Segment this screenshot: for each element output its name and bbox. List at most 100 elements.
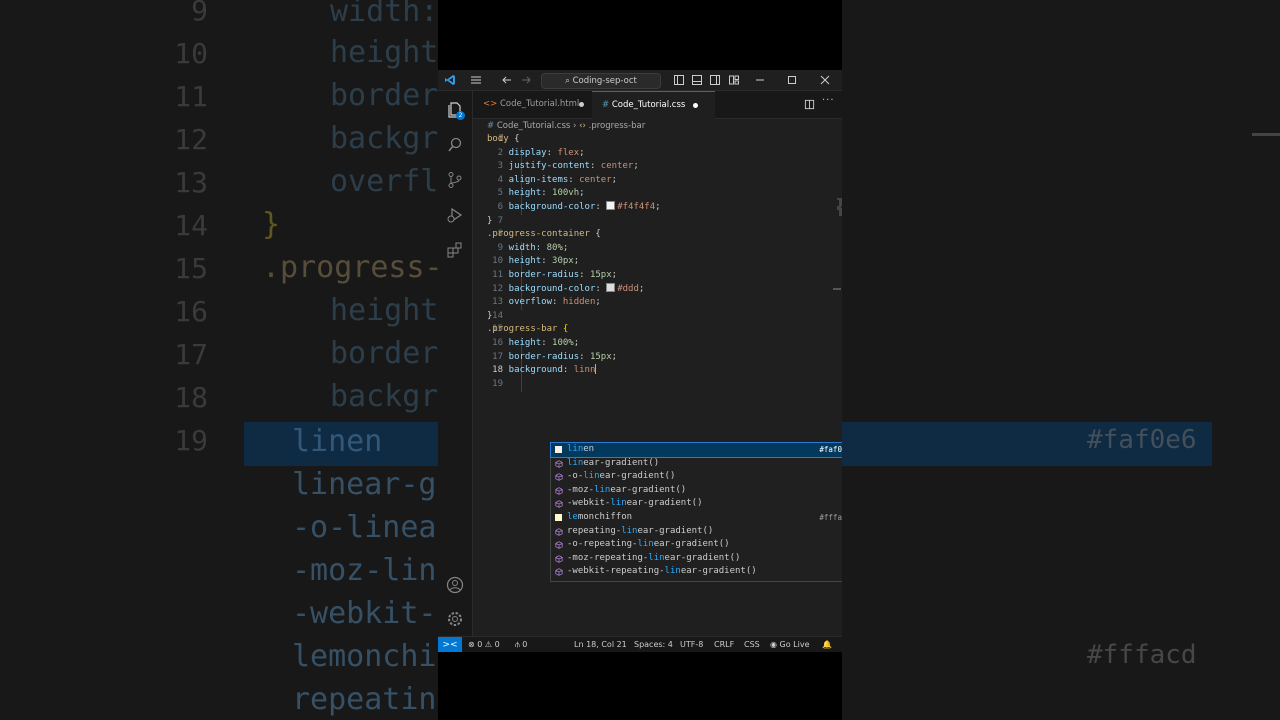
minimize-icon[interactable] <box>754 74 766 86</box>
code-text: display: flex; <box>487 147 585 158</box>
settings-gear-icon[interactable] <box>446 610 464 628</box>
toggle-sidebar-icon[interactable] <box>673 74 685 86</box>
code-text: .progress-bar { <box>487 324 569 335</box>
breadcrumb-file[interactable]: Code_Tutorial.css <box>497 121 571 131</box>
code-line[interactable]: 8 .progress-container { <box>473 228 842 242</box>
suggestion-item[interactable]: repeating-linear-gradient() <box>551 525 842 539</box>
backdrop-code-line: } <box>262 207 281 242</box>
back-arrow-icon[interactable] <box>501 74 513 86</box>
problems-status[interactable]: ⊗ 0 ⚠ 0 <box>468 637 500 652</box>
editor-scrollbar[interactable] <box>833 288 841 290</box>
code-text: border-radius: 15px; <box>487 270 618 280</box>
backdrop-line-number: 11 <box>174 80 208 113</box>
suggestion-label: -moz-repeating-linear-gradient() <box>567 552 741 563</box>
backdrop-suggestion: repeating <box>292 682 438 717</box>
close-icon[interactable] <box>819 74 831 86</box>
code-line[interactable]: 7} <box>473 215 842 229</box>
code-line[interactable]: 5 height: 100vh; <box>473 187 842 201</box>
code-text: height: 100%; <box>487 338 580 348</box>
search-text: Coding-sep-oct <box>572 76 637 86</box>
ports-status[interactable]: ⫛ 0 <box>515 637 527 652</box>
code-text: background-color: #f4f4f4; <box>487 201 661 212</box>
indentation-status[interactable]: Spaces: 4 <box>634 637 673 652</box>
code-text: height: 100vh; <box>487 188 585 199</box>
method-cube-icon <box>555 527 563 536</box>
backdrop-suggestion: -moz-line <box>292 553 438 588</box>
code-text: border-radius: 15px; <box>487 351 618 362</box>
toggle-secondary-sidebar-icon[interactable] <box>709 74 721 86</box>
code-line[interactable]: 2 display: flex; <box>473 147 842 161</box>
code-line[interactable]: 18 background: linn <box>473 364 842 378</box>
method-cube-icon <box>555 541 563 549</box>
suggestion-item[interactable]: -o-repeating-linear-gradient() <box>551 538 842 552</box>
forward-arrow-icon[interactable] <box>520 74 532 86</box>
code-line[interactable]: 1 body { <box>473 133 842 147</box>
language-mode[interactable]: CSS <box>744 637 760 652</box>
code-line[interactable]: 6 background-color: #f4f4f4; <box>473 201 842 215</box>
suggestion-item[interactable]: -webkit-linear-gradient() <box>551 497 842 511</box>
toggle-panel-icon[interactable] <box>691 74 703 86</box>
source-control-icon[interactable] <box>446 171 464 189</box>
run-debug-icon[interactable] <box>446 206 464 224</box>
encoding-status[interactable]: UTF-8 <box>680 637 703 652</box>
command-center-search[interactable]: ⌕ Coding-sep-oct <box>541 73 661 89</box>
code-line[interactable]: 16 height: 100%; <box>473 337 842 351</box>
tab-code-tutorial-html[interactable]: <> Code_Tutorial.html <box>473 91 602 118</box>
extensions-icon[interactable] <box>446 241 464 259</box>
suggestion-item[interactable]: -moz-linear-gradient() <box>551 484 842 498</box>
cursor-position[interactable]: Ln 18, Col 21 <box>574 637 627 652</box>
code-line[interactable]: 3 justify-content: center; <box>473 160 842 174</box>
tab-label: Code_Tutorial.css <box>611 100 686 110</box>
method-cube-icon <box>555 473 563 481</box>
suggestion-item[interactable]: linear-gradient() <box>551 457 842 471</box>
suggestion-item[interactable]: lemonchiffon #fffacd <box>551 511 842 525</box>
code-line[interactable]: 12 background-color: #ddd; <box>473 282 842 297</box>
backdrop-line-number: 14 <box>174 209 208 242</box>
code-line[interactable]: 10 height: 30px; <box>473 255 842 269</box>
backdrop-code-line: border <box>330 78 438 113</box>
suggestion-item[interactable]: -o-linear-gradient() <box>551 470 842 484</box>
backdrop-suggestion: -webkit- <box>292 596 437 631</box>
code-line[interactable]: 11 border-radius: 15px; <box>473 269 842 283</box>
account-icon[interactable] <box>446 576 464 594</box>
remote-indicator-icon[interactable]: >< <box>438 637 462 652</box>
code-line[interactable]: 9 width: 80%; <box>473 242 842 256</box>
editor-tabs: <> Code_Tutorial.html # Code_Tutorial.cs… <box>473 91 842 119</box>
color-swatch[interactable] <box>606 282 616 292</box>
menu-icon[interactable] <box>470 74 482 86</box>
suggestion-item[interactable]: -webkit-repeating-linear-gradient() <box>551 565 842 579</box>
suggestion-label: -webkit-repeating-linear-gradient() <box>567 566 757 577</box>
suggestion-label: -o-repeating-linear-gradient() <box>567 539 730 550</box>
notifications-bell-icon[interactable]: 🔔 <box>822 637 832 652</box>
color-swatch[interactable] <box>606 201 616 210</box>
code-line[interactable]: 14} <box>473 310 842 324</box>
suggestion-item[interactable]: linen #faf0e6 <box>550 442 842 458</box>
tab-label: Code_Tutorial.html <box>499 99 580 109</box>
code-line[interactable]: 15 .progress-bar { <box>473 323 842 337</box>
symbol-icon: ‹› <box>579 121 586 131</box>
breadcrumb-symbol[interactable]: .progress-bar <box>589 121 646 131</box>
suggestion-item[interactable]: -moz-repeating-linear-gradient() <box>551 552 842 566</box>
suggestion-label: repeating-linear-gradient() <box>567 525 714 536</box>
eol-status[interactable]: CRLF <box>714 637 734 652</box>
activity-bar: 2 <box>438 91 473 637</box>
code-line[interactable]: 13 overflow: hidden; <box>473 296 842 310</box>
maximize-icon[interactable] <box>786 74 798 86</box>
color-swatch-icon <box>555 514 562 521</box>
code-line[interactable]: 17 border-radius: 15px; <box>473 351 842 365</box>
backdrop-code-line: height <box>330 35 438 70</box>
search-icon[interactable] <box>446 136 464 154</box>
tab-code-tutorial-css[interactable]: # Code_Tutorial.css <box>592 91 715 119</box>
split-editor-icon[interactable] <box>804 99 815 110</box>
backdrop-suggestion: lemonchi <box>292 639 437 674</box>
backdrop-line-number: 15 <box>174 252 208 285</box>
code-editor[interactable]: 1 body {2 display: flex; 3 justify-content… <box>473 133 842 637</box>
go-live-button[interactable]: ◉ Go Live <box>770 637 810 652</box>
backdrop-code-line: width: <box>330 0 438 29</box>
code-line[interactable]: 19 <box>473 378 842 392</box>
code-text: height: 30px; <box>487 256 580 267</box>
more-actions-icon[interactable]: ··· <box>822 95 835 106</box>
suggestion-detail: #fffacd <box>819 513 842 522</box>
customize-layout-icon[interactable] <box>728 74 740 86</box>
code-line[interactable]: 4 align-items: center; <box>473 174 842 188</box>
